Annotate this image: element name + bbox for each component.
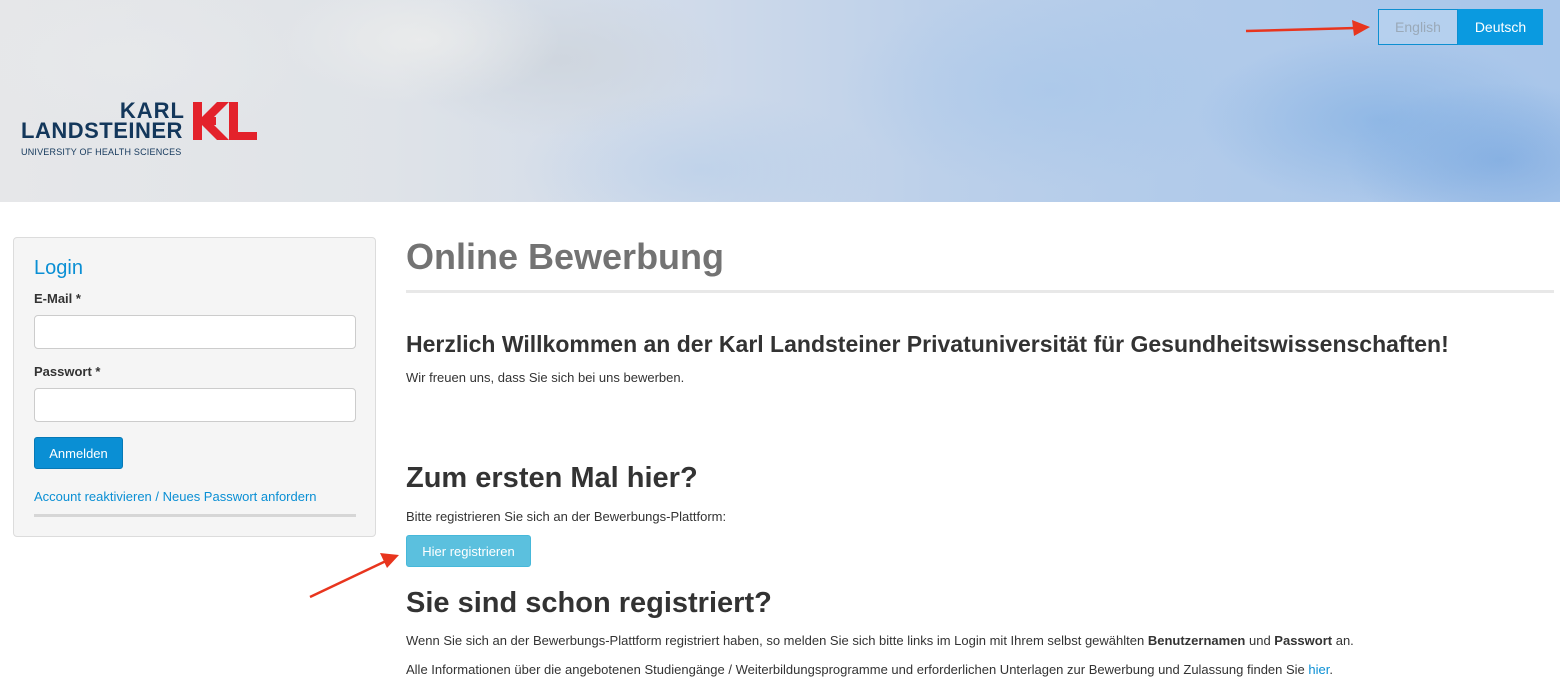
- language-deutsch-button[interactable]: Deutsch: [1458, 9, 1543, 45]
- university-logo[interactable]: KARL LANDSTEINER UNIVERSITY OF HEALTH SC…: [21, 99, 261, 161]
- registered-text-part: an.: [1332, 633, 1354, 648]
- language-english-button[interactable]: English: [1378, 9, 1458, 45]
- email-label: E-Mail *: [34, 291, 81, 306]
- password-field[interactable]: [34, 388, 356, 422]
- info-text-part: .: [1329, 662, 1333, 677]
- first-time-text: Bitte registrieren Sie sich an der Bewer…: [406, 509, 727, 524]
- logo-subtitle: UNIVERSITY OF HEALTH SCIENCES: [21, 147, 182, 157]
- password-label: Passwort *: [34, 364, 101, 379]
- email-field[interactable]: [34, 315, 356, 349]
- login-panel: Login E-Mail * Passwort * Anmelden Accou…: [13, 237, 376, 537]
- info-here-link[interactable]: hier: [1308, 662, 1329, 677]
- registered-text-part: und: [1245, 633, 1275, 648]
- title-divider: [406, 290, 1554, 293]
- registered-text-part: Wenn Sie sich an der Bewerbungs-Plattfor…: [406, 633, 1148, 648]
- registered-text: Wenn Sie sich an der Bewerbungs-Plattfor…: [406, 633, 1354, 648]
- login-submit-button[interactable]: Anmelden: [34, 437, 123, 469]
- first-time-heading: Zum ersten Mal hier?: [406, 462, 698, 494]
- kl-logo-mark-icon: [193, 102, 257, 140]
- panel-divider: [34, 514, 356, 517]
- registered-text-username: Benutzernamen: [1147, 633, 1246, 648]
- info-text: Alle Informationen über die angebotenen …: [406, 662, 1333, 677]
- logo-text-landsteiner: LANDSTEINER: [21, 118, 183, 143]
- registered-heading: Sie sind schon registriert?: [406, 587, 772, 619]
- info-text-part: Alle Informationen über die angebotenen …: [406, 662, 1309, 677]
- welcome-heading: Herzlich Willkommen an der Karl Landstei…: [406, 331, 1449, 357]
- register-button[interactable]: Hier registrieren: [406, 535, 531, 567]
- login-title: Login: [34, 257, 83, 279]
- welcome-text: Wir freuen uns, dass Sie sich bei uns be…: [406, 370, 685, 385]
- arrow-to-register-icon: [309, 553, 399, 599]
- header-banner: English Deutsch KARL LANDSTEINER UNIVERS…: [0, 0, 1560, 202]
- page-title: Online Bewerbung: [406, 236, 725, 277]
- language-switcher: English Deutsch: [1378, 9, 1543, 45]
- registered-text-password: Passwort: [1274, 633, 1333, 648]
- reactivate-account-link[interactable]: Account reaktivieren / Neues Passwort an…: [34, 489, 317, 504]
